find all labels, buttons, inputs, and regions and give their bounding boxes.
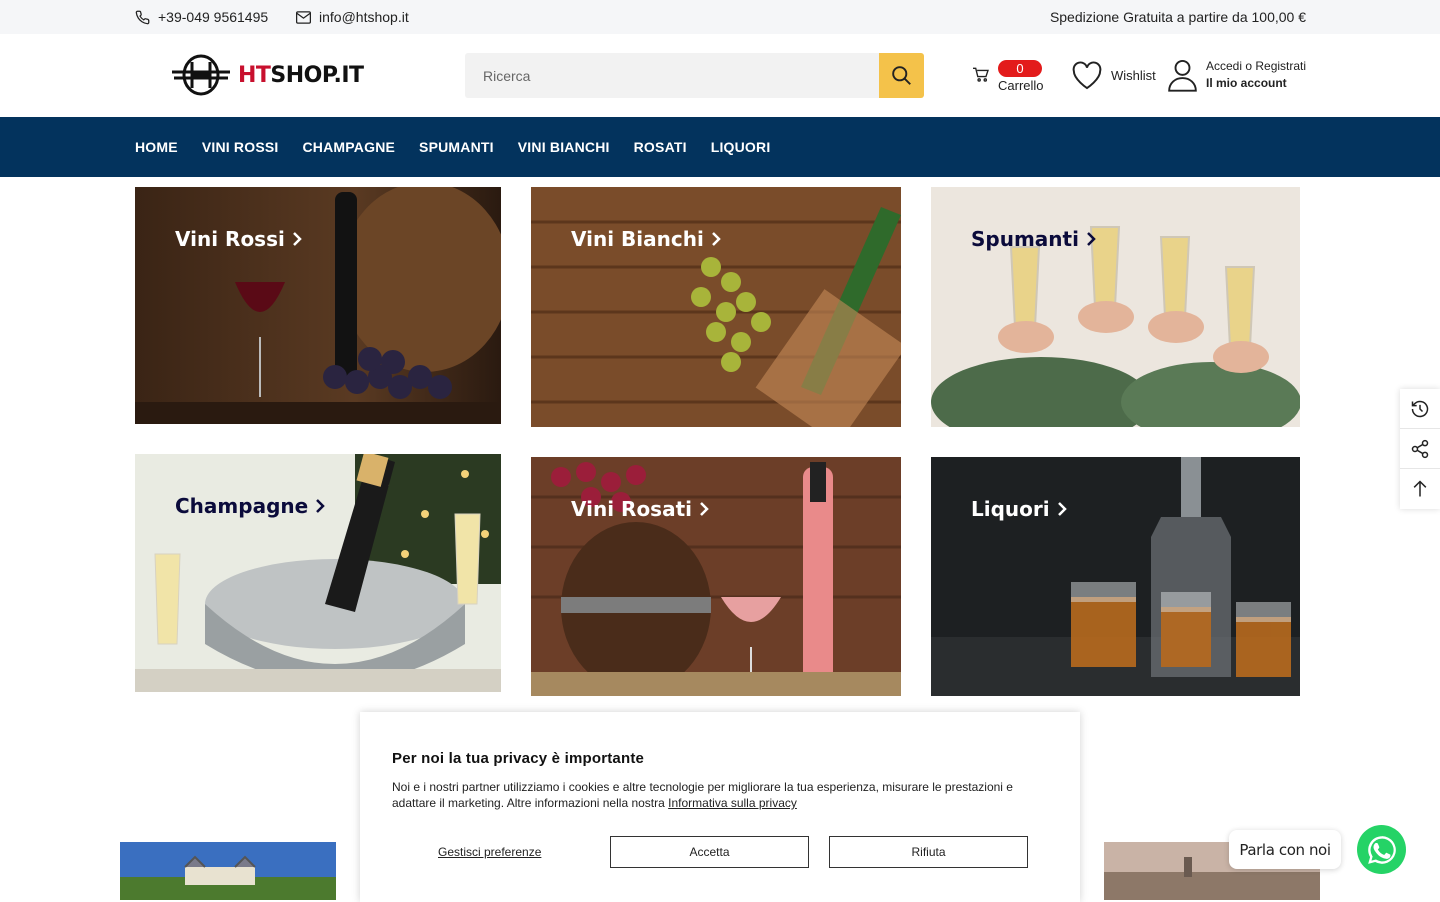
search-button[interactable] [879,53,924,98]
cart-label: Carrello [998,78,1044,93]
category-tile-spumanti[interactable]: Spumanti [931,187,1300,427]
recently-viewed-button[interactable] [1400,389,1440,429]
arrow-up-icon [1413,480,1427,497]
cart-icon [973,67,989,82]
manage-preferences-link[interactable]: Gestisci preferenze [438,845,541,859]
logo-text: HTSHOP.IT [238,62,364,88]
heart-icon [1072,61,1102,90]
chevron-right-icon [1087,232,1096,246]
category-title: Liquori [971,497,1050,521]
account-link[interactable]: Accedi o Registrati Il mio account [1167,58,1306,92]
reject-button[interactable]: Rifiuta [829,836,1028,868]
logo-emblem-icon [172,54,230,96]
chevron-right-icon [292,232,302,246]
history-icon [1411,400,1429,417]
rose-wine-image [531,457,901,696]
whatsapp-button[interactable] [1357,825,1406,874]
nav-item-vini-bianchi[interactable]: VINI BIANCHI [518,139,610,155]
nav-item-rosati[interactable]: ROSATI [634,139,687,155]
top-bar: +39-049 9561495 info@htshop.it Spedizion… [0,0,1440,34]
phone-icon [135,10,150,24]
category-tile-champagne[interactable]: Champagne [135,454,501,692]
cookie-banner: Per noi la tua privacy è importante Noi … [360,712,1080,902]
category-title: Spumanti [971,227,1079,251]
whatsapp-icon [1367,835,1396,864]
category-title: Champagne [175,494,309,518]
cookie-text: Noi e i nostri partner utilizziamo i coo… [392,780,1013,810]
category-tile-vini-rosati[interactable]: Vini Rosati [531,457,901,696]
phone-contact[interactable]: +39-049 9561495 [135,9,268,25]
champagne-image [135,454,501,692]
phone-number: +39-049 9561495 [158,9,269,25]
user-icon [1168,59,1197,92]
share-button[interactable] [1400,429,1440,469]
red-wine-image [135,187,501,424]
account-my-account-text: Il mio account [1206,76,1287,90]
chevron-right-icon [711,232,721,246]
category-tile-vini-rossi[interactable]: Vini Rossi [135,187,501,424]
header: HTSHOP.IT 0 Carrello Wishlist Accedi o R… [0,34,1440,117]
accept-button[interactable]: Accetta [610,836,809,868]
category-title: Vini Rossi [175,227,285,251]
category-title: Vini Rosati [571,497,692,521]
white-wine-image [531,187,901,427]
shipping-notice: Spedizione Gratuita a partire da 100,00 … [1049,9,1306,25]
chevron-right-icon [316,499,325,513]
search-input[interactable] [465,53,879,98]
castle-image [120,842,336,900]
main-nav: HOME VINI ROSSI CHAMPAGNE SPUMANTI VINI … [0,117,1440,177]
email-address: info@htshop.it [319,9,409,25]
search-bar [465,53,924,98]
back-to-top-button[interactable] [1400,469,1440,509]
category-title: Vini Bianchi [571,227,704,251]
nav-item-vini-rossi[interactable]: VINI ROSSI [202,139,279,155]
account-login-text: Accedi o Registrati [1206,59,1307,73]
logo[interactable]: HTSHOP.IT [170,54,364,96]
nav-item-home[interactable]: HOME [135,139,178,155]
privacy-policy-link[interactable]: Informativa sulla privacy [668,796,797,810]
category-tile-vini-bianchi[interactable]: Vini Bianchi [531,187,901,427]
sparkling-wine-image [931,187,1300,427]
nav-item-champagne[interactable]: CHAMPAGNE [303,139,396,155]
share-icon [1411,439,1429,458]
nav-item-spumanti[interactable]: SPUMANTI [419,139,494,155]
wishlist-link[interactable]: Wishlist [1071,61,1156,90]
wishlist-label: Wishlist [1111,68,1156,83]
chat-label[interactable]: Parla con noi [1229,830,1341,869]
search-icon [892,66,911,85]
email-contact[interactable]: info@htshop.it [296,9,409,25]
mail-icon [296,10,311,24]
liqueur-image [931,457,1300,696]
chevron-right-icon [700,502,709,516]
cookie-title: Per noi la tua privacy è importante [392,750,645,767]
category-tile-liquori[interactable]: Liquori [931,457,1300,696]
cart-count-badge: 0 [998,60,1042,77]
nav-item-liquori[interactable]: LIQUORI [711,139,771,155]
side-toolbar [1400,389,1440,509]
chevron-right-icon [1057,502,1067,516]
